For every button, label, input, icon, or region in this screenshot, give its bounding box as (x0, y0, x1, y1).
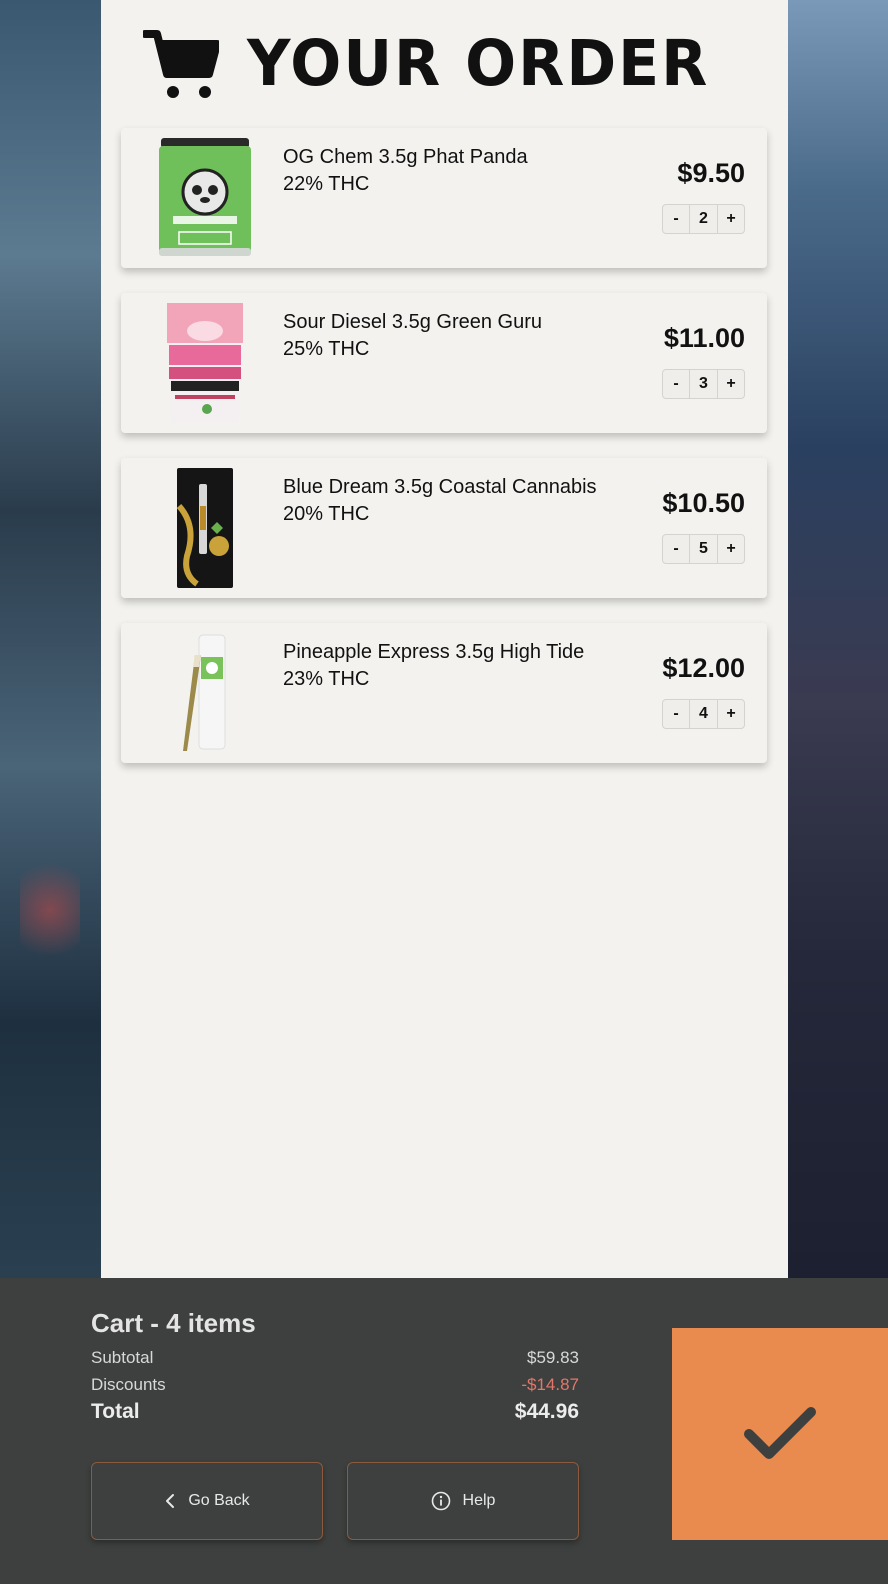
quantity-value: 2 (699, 210, 708, 227)
order-panel: YOUR ORDER OG Chem 3.5g Phat Panda 22% T… (101, 0, 788, 1278)
order-header: YOUR ORDER (143, 24, 709, 104)
increase-quantity-button[interactable]: + (717, 535, 744, 563)
increase-quantity-button[interactable]: + (717, 370, 744, 398)
subtotal-label: Subtotal (91, 1348, 154, 1367)
help-label: Help (462, 1492, 496, 1509)
subtotal-value: $59.83 (527, 1348, 579, 1367)
background-right (788, 0, 888, 1278)
item-price: $11.00 (663, 323, 745, 353)
product-image-phat-panda (157, 136, 253, 260)
cart-summary-footer: Cart - 4 items Subtotal $59.83 Discounts… (0, 1278, 888, 1584)
discounts-row: Discounts -$14.87 (91, 1375, 579, 1395)
chevron-left-icon (166, 1494, 175, 1508)
product-image-herbs-oil (157, 466, 253, 590)
decrease-quantity-button[interactable]: - (663, 535, 690, 563)
product-image-preroll (157, 631, 253, 755)
go-back-button[interactable]: Go Back (91, 1462, 323, 1540)
item-thc: 25% THC (283, 338, 370, 360)
item-price: $9.50 (677, 158, 745, 188)
cart-item: Blue Dream 3.5g Coastal Cannabis 20% THC… (121, 458, 767, 598)
quantity-stepper: - 2 + (662, 204, 745, 234)
item-thc: 23% THC (283, 668, 370, 690)
info-icon (431, 1491, 450, 1511)
cart-item: Pineapple Express 3.5g High Tide 23% THC… (121, 623, 767, 763)
item-name: Pineapple Express 3.5g High Tide (283, 641, 585, 663)
increase-quantity-button[interactable]: + (717, 700, 744, 728)
item-name-block: Sour Diesel 3.5g Green Guru 25% THC (283, 309, 623, 363)
quantity-value: 5 (699, 540, 708, 557)
decrease-quantity-button[interactable]: - (663, 700, 690, 728)
cart-item: OG Chem 3.5g Phat Panda 22% THC $9.50 - … (121, 128, 767, 268)
item-price: $12.00 (662, 653, 745, 683)
item-thc: 22% THC (283, 173, 370, 195)
quantity-value: 4 (699, 705, 708, 722)
item-name: Sour Diesel 3.5g Green Guru (283, 311, 543, 333)
total-label: Total (91, 1400, 140, 1423)
subtotal-row: Subtotal $59.83 (91, 1348, 579, 1368)
item-name-block: Pineapple Express 3.5g High Tide 23% THC (283, 639, 623, 693)
decrease-quantity-button[interactable]: - (663, 205, 690, 233)
confirm-order-button[interactable] (672, 1328, 888, 1540)
background-left (0, 0, 101, 1278)
go-back-label: Go Back (188, 1492, 250, 1509)
item-thc: 20% THC (283, 503, 370, 525)
quantity-value: 3 (699, 375, 708, 392)
page-title: YOUR ORDER (247, 27, 710, 101)
item-name-block: Blue Dream 3.5g Coastal Cannabis 20% THC (283, 474, 623, 528)
total-value: $44.96 (514, 1400, 579, 1423)
cart-icon (143, 30, 219, 98)
total-row: Total $44.96 (91, 1400, 579, 1424)
item-price: $10.50 (662, 488, 745, 518)
discounts-value: -$14.87 (521, 1375, 579, 1394)
quantity-stepper: - 5 + (662, 534, 745, 564)
item-name-block: OG Chem 3.5g Phat Panda 22% THC (283, 144, 623, 198)
increase-quantity-button[interactable]: + (717, 205, 744, 233)
quantity-stepper: - 3 + (662, 369, 745, 399)
item-name: Blue Dream 3.5g Coastal Cannabis (283, 476, 597, 498)
decrease-quantity-button[interactable]: - (663, 370, 690, 398)
product-image-panda-candies (157, 301, 253, 425)
item-name: OG Chem 3.5g Phat Panda (283, 146, 528, 168)
quantity-stepper: - 4 + (662, 699, 745, 729)
checkmark-icon (744, 1407, 816, 1459)
cart-item: Sour Diesel 3.5g Green Guru 25% THC $11.… (121, 293, 767, 433)
help-button[interactable]: Help (347, 1462, 579, 1540)
discounts-label: Discounts (91, 1375, 166, 1394)
cart-title: Cart - 4 items (91, 1308, 256, 1338)
